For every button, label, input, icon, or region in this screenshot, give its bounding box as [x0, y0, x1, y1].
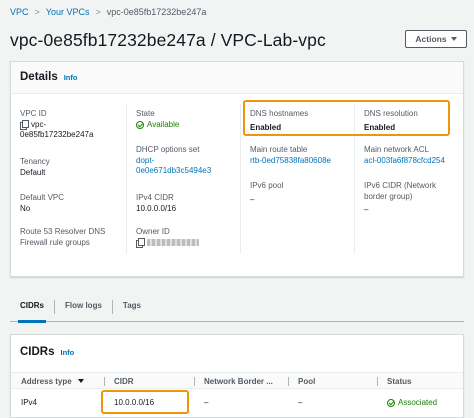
column-divider [288, 377, 289, 386]
check-circle-icon [136, 120, 144, 129]
copy-icon[interactable] [136, 237, 145, 248]
field-label: Firewall rule groups [20, 237, 90, 247]
field-label: Route 53 Resolver DNS [20, 227, 106, 236]
field-value: – [250, 194, 255, 204]
redacted-owner-id [147, 238, 199, 246]
field-dhcp-options: DHCP options set dopt- 0e0e671db3c5494e3 [136, 145, 211, 177]
cell-address-type: IPv4 [21, 398, 38, 407]
breadcrumb: VPC > Your VPCs > vpc-0e85fb17232be247a [10, 7, 206, 17]
field-label: border group) [364, 191, 413, 201]
field-label: IPv4 CIDR [136, 193, 174, 202]
column-divider [240, 104, 241, 254]
field-label: Default VPC [20, 193, 65, 202]
field-value: – [364, 205, 369, 214]
actions-button[interactable]: Actions [405, 30, 467, 48]
column-divider [104, 377, 105, 386]
field-ipv6-pool: IPv6 pool – [250, 181, 283, 205]
sort-down-icon[interactable] [77, 379, 84, 383]
column-divider [126, 104, 127, 254]
breadcrumb-current: vpc-0e85fb17232be247a [106, 7, 207, 17]
tab-cidrs[interactable]: CIDRs [10, 288, 54, 323]
column-header-status[interactable]: Status [387, 377, 411, 386]
dhcp-options-link[interactable]: dopt- [136, 156, 211, 167]
cidr-highlight-box [101, 390, 189, 414]
field-owner-id: Owner ID [136, 227, 199, 248]
chevron-right-icon: > [34, 7, 40, 17]
tab-tags[interactable]: Tags [113, 288, 151, 322]
tab-flow-logs[interactable]: Flow logs [55, 288, 112, 322]
column-header-cidr[interactable]: CIDR [114, 377, 134, 386]
actions-button-label: Actions [415, 34, 447, 44]
main-route-table-link[interactable]: rtb-0ed75838fa80608e [250, 156, 331, 167]
column-header-label: Address type [21, 377, 72, 386]
caret-down-icon [450, 37, 457, 41]
column-header-pool[interactable]: Pool [298, 377, 315, 386]
field-label: Main network ACL [364, 145, 429, 154]
cidrs-info-link[interactable]: Info [61, 348, 75, 357]
field-value: Default [20, 167, 46, 177]
field-tenancy: Tenancy Default [20, 157, 50, 178]
field-label: Owner ID [136, 227, 170, 236]
cidrs-title: CIDRs Info [20, 346, 74, 358]
breadcrumb-vpc-link[interactable]: VPC [10, 7, 29, 17]
page-title: vpc-0e85fb17232be247a / VPC-Lab-vpc [10, 30, 326, 50]
field-label: DHCP options set [136, 145, 200, 154]
field-route53-firewall: Route 53 Resolver DNS Firewall rule grou… [20, 227, 105, 248]
cidrs-panel: CIDRs Info Address type CIDR Network Bord… [10, 334, 464, 418]
vpc-id-value-part2: 0e85fb17232be247a [20, 130, 94, 139]
details-panel: Details Info VPC ID vpc- 0e85fb17232be247… [10, 61, 464, 277]
field-value: vpc- [20, 119, 93, 131]
field-value: Available [136, 120, 179, 131]
field-ipv4-cidr: IPv4 CIDR 10.0.0.0/16 [136, 193, 176, 214]
dns-highlight-box [243, 100, 450, 136]
field-value: No [20, 203, 31, 213]
field-main-network-acl: Main network ACL acl-003fa6f878cfcd254 [364, 145, 445, 166]
field-label: Tenancy [20, 157, 50, 166]
details-info-link[interactable]: Info [64, 73, 78, 82]
field-main-route-table: Main route table rtb-0ed75838fa80608e [250, 145, 331, 166]
column-header-address-type[interactable]: Address type [21, 377, 84, 386]
cidrs-title-text: CIDRs [20, 346, 55, 358]
dhcp-options-link-part2[interactable]: 0e0e671db3c5494e3 [136, 166, 211, 177]
main-network-acl-link[interactable]: acl-003fa6f878cfcd254 [364, 156, 445, 167]
field-ipv6-cidr: IPv6 CIDR (Network border group) – [364, 181, 436, 216]
cell-network-border: – [204, 398, 209, 407]
table-header: Address type CIDR Network Border ... Poo… [11, 372, 463, 389]
column-header-network-border[interactable]: Network Border ... [204, 377, 273, 386]
tabs-bar: CIDRs Flow logs Tags [10, 288, 464, 323]
breadcrumb-your-vpcs-link[interactable]: Your VPCs [46, 7, 90, 17]
field-value: 10.0.0.0/16 [136, 203, 177, 213]
copy-icon[interactable] [20, 119, 29, 130]
field-state: State Available [136, 109, 179, 130]
chevron-right-icon: > [95, 7, 101, 17]
field-label: Main route table [250, 145, 308, 154]
column-divider [377, 377, 378, 386]
status-value: Associated [398, 398, 438, 407]
vpc-id-value-part1: vpc- [31, 119, 47, 129]
field-default-vpc: Default VPC No [20, 193, 64, 214]
field-value [136, 237, 199, 249]
check-circle-icon [387, 398, 395, 407]
details-panel-header: Details Info [11, 62, 463, 94]
cell-pool: – [298, 398, 303, 407]
details-title: Details Info [20, 71, 77, 83]
field-label: State [136, 109, 155, 118]
column-divider [194, 377, 195, 386]
field-label: IPv6 CIDR (Network [364, 181, 437, 190]
field-label: IPv6 pool [250, 181, 284, 190]
field-label: VPC ID [20, 109, 47, 118]
cell-status: Associated [387, 398, 437, 407]
details-title-text: Details [20, 71, 58, 83]
field-vpc-id: VPC ID vpc- 0e85fb17232be247a [20, 109, 93, 141]
state-value: Available [147, 119, 180, 129]
